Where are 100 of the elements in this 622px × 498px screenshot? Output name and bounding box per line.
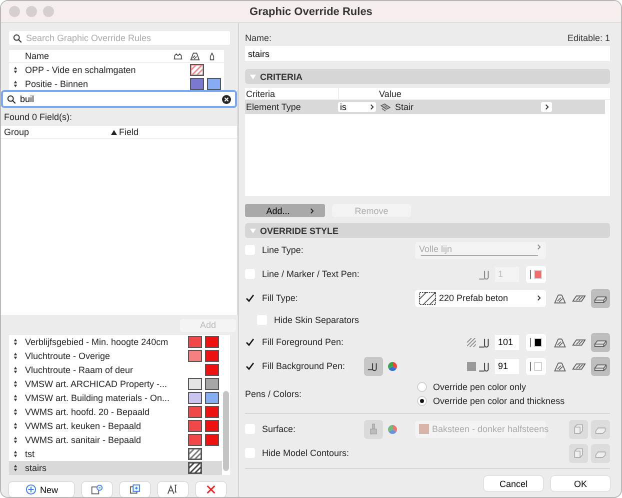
pen-icon: [207, 52, 217, 60]
box-icon: [572, 424, 585, 434]
rule-row[interactable]: OPP - Vide en schalmgaten: [9, 63, 224, 77]
pen-picker-button[interactable]: [364, 356, 383, 376]
drag-handle-icon: [13, 450, 18, 458]
hatch-icon: [190, 52, 200, 60]
value-menu-button[interactable]: [541, 102, 552, 112]
cut-fill-icon[interactable]: [553, 360, 567, 372]
criteria-header[interactable]: CRITERIA: [245, 69, 610, 84]
rule-row[interactable]: VWMS art. keuken - Bepaald: [9, 419, 222, 433]
field-search-box[interactable]: buil: [1, 90, 237, 108]
dialog-button[interactable]: Cancel: [484, 476, 543, 491]
brush-icon: [367, 423, 380, 435]
criteria-row[interactable]: Element Type is Stair: [245, 100, 605, 114]
rule-name: Positie - Binnen: [25, 79, 90, 89]
cover-fill-icon[interactable]: [572, 360, 586, 372]
surface-fill-button[interactable]: [591, 332, 610, 352]
add-criteria-button[interactable]: Add...: [245, 204, 325, 217]
fill-type-dropdown[interactable]: 220 Prefab beton: [415, 290, 546, 306]
rule-row[interactable]: stairs: [9, 461, 222, 475]
drag-handle-icon: [13, 366, 18, 374]
cut-fill-icon[interactable]: [553, 292, 567, 304]
rule-name: Vluchtroute - Raam of deur: [25, 365, 134, 375]
color-wheel-icon[interactable]: [388, 424, 397, 434]
name-field[interactable]: stairs: [245, 46, 610, 61]
name-label: Name:: [245, 33, 272, 43]
rule-name: VWMS art. sanitair - Bepaald: [25, 435, 142, 445]
rule-row[interactable]: Vluchtroute - Raam of deur: [9, 363, 222, 377]
sort-arrow-icon: [111, 130, 117, 134]
plus-icon: [24, 484, 37, 495]
search-field[interactable]: Search Graphic Override Rules: [26, 33, 226, 43]
pen-number-field[interactable]: 91: [495, 358, 519, 374]
rule-name: OPP - Vide en schalmgaten: [25, 65, 137, 75]
import-button[interactable]: [82, 482, 112, 497]
rule-row[interactable]: Vluchtroute - Overige: [9, 349, 222, 363]
rename-icon: [167, 484, 179, 495]
chevron-icon: [544, 104, 548, 110]
hatch-swatch-icon: [419, 292, 436, 304]
box-icon: [572, 448, 585, 458]
rule-row[interactable]: Positie - Binnen: [9, 77, 224, 91]
drag-handle-icon: [13, 408, 18, 416]
checkbox[interactable]: [245, 293, 255, 303]
rule-name: Verblijfsgebied - Min. hoogte 240cm: [25, 337, 170, 347]
rename-button[interactable]: [158, 482, 188, 497]
column-header[interactable]: Value: [379, 88, 402, 98]
rule-name: VWMS art. hoofd. 20 - Bepaald: [25, 407, 151, 417]
hatch-icon: [467, 338, 476, 346]
scrollbar-thumb[interactable]: [223, 391, 229, 471]
option-label: Line / Marker / Text Pen:: [262, 269, 360, 279]
rule-row[interactable]: VWMS art. hoofd. 20 - Bepaald: [9, 405, 222, 419]
editable-count: Editable: 1: [567, 33, 610, 43]
rule-row[interactable]: Verblijfsgebied - Min. hoogte 240cm: [9, 335, 222, 349]
override-style-header[interactable]: OVERRIDE STYLE: [245, 223, 610, 238]
column-header[interactable]: Criteria: [245, 88, 338, 98]
drag-handle-icon: [13, 380, 18, 388]
drag-handle-icon: [13, 436, 18, 444]
window-title: Graphic Override Rules: [250, 6, 372, 18]
search-icon: [7, 94, 16, 104]
cover-fill-icon[interactable]: [572, 292, 586, 304]
column-header[interactable]: Field: [119, 127, 139, 137]
duplicate-icon: [129, 484, 141, 495]
criteria-name: Element Type: [245, 102, 302, 112]
duplicate-button[interactable]: [120, 482, 150, 497]
pens-colors-label: Pens / Colors:: [245, 389, 303, 399]
surface-fill-button[interactable]: [591, 288, 610, 308]
cut-fill-icon[interactable]: [553, 336, 567, 348]
radio-button[interactable]: [417, 382, 427, 392]
pen-color-button[interactable]: [526, 266, 546, 282]
chevron-icon: [310, 208, 314, 214]
checkbox[interactable]: [245, 337, 255, 347]
radio-label: Override pen color and thickness: [433, 396, 565, 406]
search-box[interactable]: Search Graphic Override Rules: [9, 31, 230, 45]
rule-row[interactable]: VMSW art. ARCHICAD Property -...: [9, 377, 222, 391]
chevron-icon: [370, 104, 374, 110]
rule-row[interactable]: VMSW art. Building materials - On...: [9, 391, 222, 405]
drag-handle-icon: [13, 80, 18, 88]
column-header[interactable]: Name: [25, 51, 173, 61]
checkbox[interactable]: [245, 361, 255, 371]
pen-number-field[interactable]: 101: [495, 334, 519, 350]
option-label: Fill Foreground Pen:: [262, 337, 345, 347]
delete-button[interactable]: [196, 482, 226, 497]
rule-name: tst: [25, 449, 36, 459]
radio-button[interactable]: [417, 396, 427, 406]
new-button[interactable]: New: [9, 482, 74, 497]
chevron-icon: [537, 244, 541, 250]
rule-row[interactable]: VWMS art. sanitair - Bepaald: [9, 433, 222, 447]
surface-fill-button[interactable]: [591, 356, 610, 376]
drag-handle-icon: [13, 66, 18, 74]
option-label: Surface:: [262, 424, 297, 434]
background-swatch-icon: [467, 362, 476, 370]
dialog-button[interactable]: OK: [551, 476, 610, 491]
column-header[interactable]: Group: [4, 127, 111, 137]
cover-fill-icon[interactable]: [572, 336, 586, 348]
operator-dropdown[interactable]: is: [338, 102, 376, 112]
drag-handle-icon: [13, 422, 18, 430]
pen-color-button[interactable]: [526, 334, 546, 350]
pen-color-button[interactable]: [526, 358, 546, 374]
clear-icon[interactable]: [222, 94, 231, 104]
color-wheel-icon[interactable]: [388, 362, 397, 370]
option-label: Hide Model Contours:: [262, 448, 350, 458]
